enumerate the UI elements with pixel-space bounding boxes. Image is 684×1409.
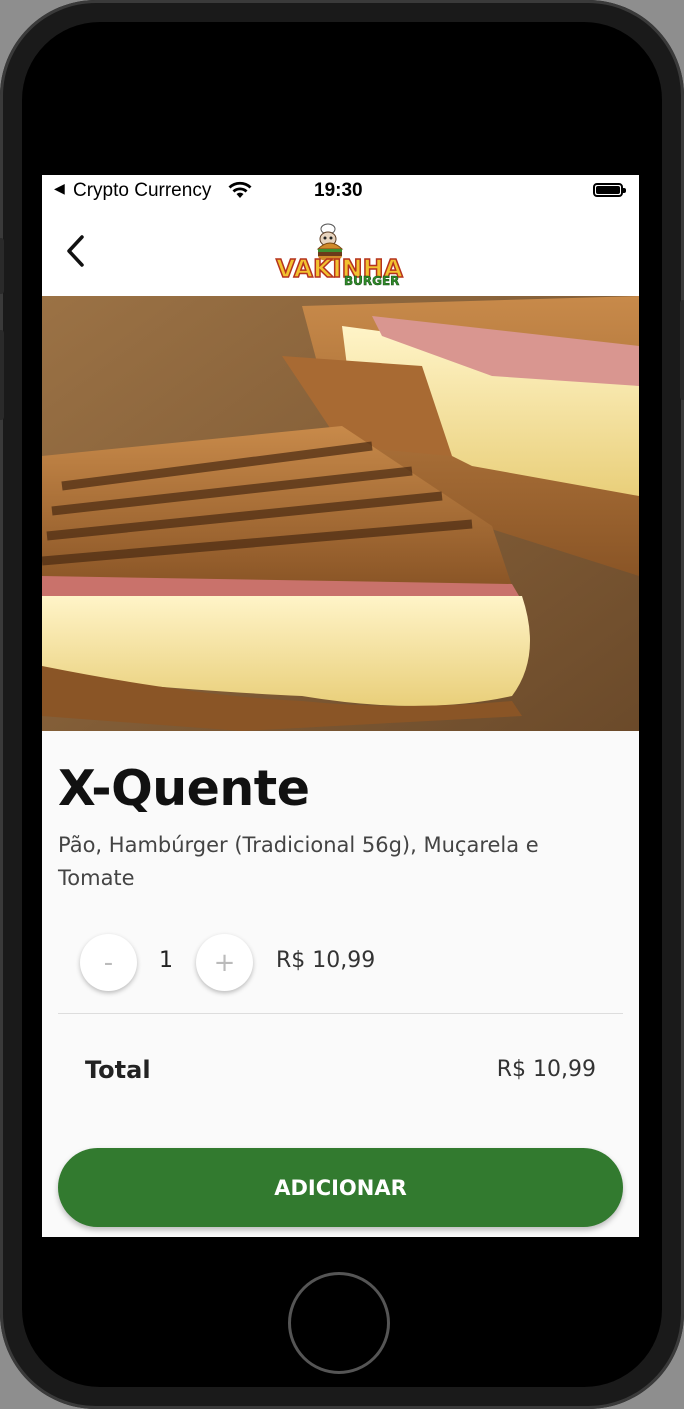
battery-icon	[593, 183, 626, 197]
app-screen: ◀ Crypto Currency 19:30 VAKINHA BURGER X…	[42, 175, 639, 1237]
minus-label: -	[103, 947, 114, 978]
quantity-value: 1	[159, 948, 173, 973]
total-label: Total	[85, 1056, 151, 1084]
unit-price: R$ 10,99	[276, 948, 376, 973]
total-value: R$ 10,99	[496, 1057, 596, 1082]
product-description: Pão, Hambúrger (Tradicional 56g), Muçare…	[58, 833, 539, 890]
status-carrier[interactable]: Crypto Currency	[73, 180, 211, 202]
divider	[58, 1013, 623, 1014]
status-bar: ◀ Crypto Currency 19:30	[42, 175, 639, 207]
svg-text:BURGER: BURGER	[344, 274, 399, 287]
decrease-quantity-button[interactable]: -	[80, 934, 137, 991]
vakinha-burger-logo: VAKINHA BURGER	[274, 219, 406, 288]
status-back-glyph[interactable]: ◀	[54, 180, 65, 197]
plus-label: +	[213, 947, 236, 978]
wifi-icon	[228, 181, 252, 205]
product-image	[42, 296, 639, 731]
app-bar: VAKINHA BURGER	[42, 207, 639, 296]
home-button[interactable]	[288, 1272, 390, 1374]
quantity-stepper: - 1 + R$ 10,99	[80, 934, 620, 992]
status-time: 19:30	[314, 180, 363, 201]
increase-quantity-button[interactable]: +	[196, 934, 253, 991]
mute-switch	[0, 238, 4, 294]
back-button[interactable]	[58, 231, 98, 271]
add-to-cart-button[interactable]: ADICIONAR	[58, 1148, 623, 1227]
power-button	[680, 300, 684, 400]
product-name: X-Quente	[58, 760, 310, 817]
volume-up-button	[0, 330, 4, 420]
add-button-label: ADICIONAR	[274, 1175, 407, 1200]
chevron-left-icon	[67, 235, 84, 267]
